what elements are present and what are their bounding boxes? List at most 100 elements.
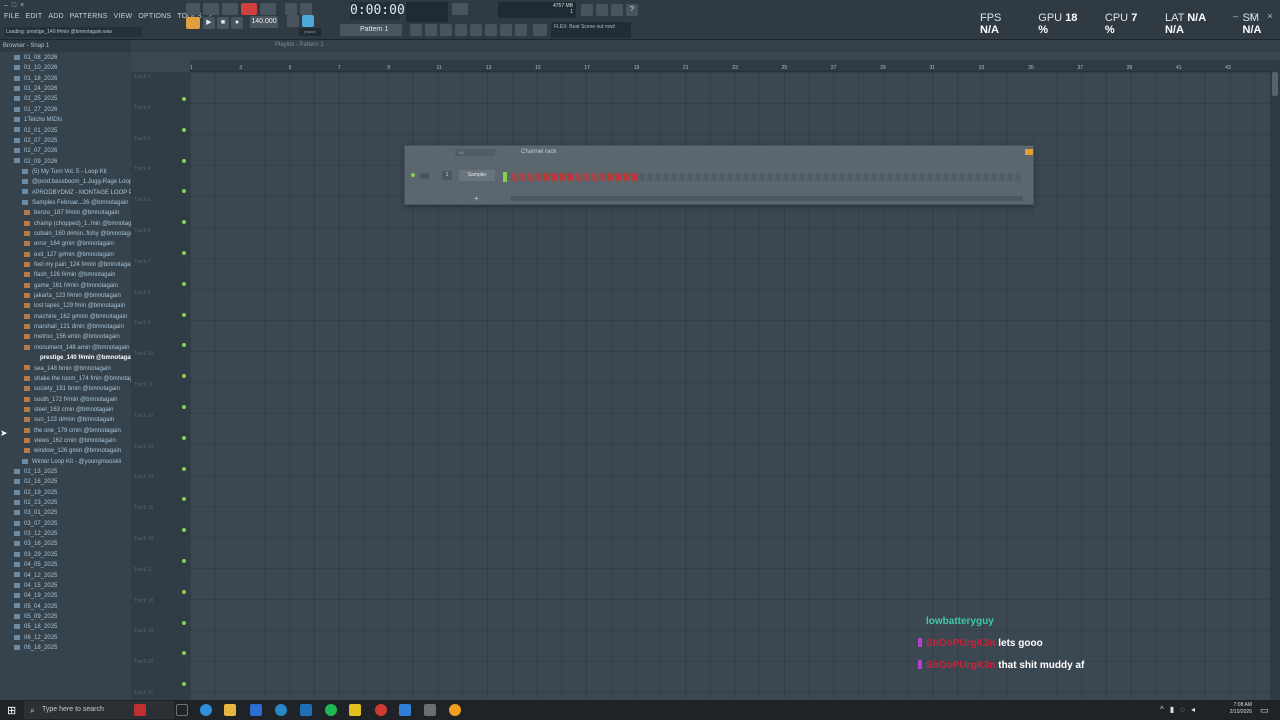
step-button[interactable] <box>599 173 605 181</box>
browser-file[interactable]: jakarta_123 f#min @bmnotagain <box>24 291 121 302</box>
track-label[interactable]: Track 11 <box>134 382 153 388</box>
browser-folder[interactable]: #PRODBYDMZ - MONTAGE LOOP PACK <box>22 188 131 199</box>
news-widget-icon[interactable] <box>134 704 146 716</box>
step-button[interactable] <box>839 173 845 181</box>
browser-folder[interactable]: (5) My Turn Vol. 5 - Loop Kit <box>22 167 107 178</box>
step-button[interactable] <box>1007 173 1013 181</box>
touch-keyboard-icon[interactable] <box>500 24 512 36</box>
browser-folder[interactable]: 05_04_2025 <box>14 602 57 613</box>
close-icon[interactable]: × <box>20 2 24 9</box>
countdown-button[interactable] <box>222 3 238 15</box>
record-mode-button[interactable] <box>186 17 200 29</box>
browser-folder[interactable]: 05_09_2025 <box>14 612 57 623</box>
step-button[interactable] <box>647 173 653 181</box>
battery-icon[interactable]: ▮ <box>1170 705 1174 714</box>
snap-icon[interactable] <box>302 15 314 27</box>
track-label[interactable]: Track 4 <box>134 166 150 172</box>
browser-icon[interactable] <box>470 24 482 36</box>
playlist-icon[interactable] <box>410 24 422 36</box>
browser-folder[interactable]: 02_19_2025 <box>14 488 57 499</box>
track-mute-led[interactable] <box>182 97 186 101</box>
step-button[interactable] <box>663 173 669 181</box>
track-label[interactable]: Track 19 <box>134 628 153 634</box>
step-button[interactable] <box>655 173 661 181</box>
track-mute-led[interactable] <box>182 251 186 255</box>
track-label[interactable]: Track 20 <box>134 659 153 665</box>
step-button[interactable] <box>1015 173 1021 181</box>
pattern-selector[interactable]: Pattern 1 <box>340 24 402 36</box>
step-button[interactable] <box>631 173 637 181</box>
step-button[interactable] <box>807 173 813 181</box>
track-label[interactable]: Track 5 <box>134 197 150 203</box>
step-button[interactable] <box>959 173 965 181</box>
track-label[interactable]: Track 15 <box>134 505 153 511</box>
track-mute-led[interactable] <box>182 589 186 594</box>
track-mute-led[interactable] <box>182 651 186 656</box>
step-button[interactable] <box>791 173 797 181</box>
track-mute-led[interactable] <box>182 158 186 163</box>
step-button[interactable] <box>551 173 557 181</box>
track-mute-led[interactable] <box>182 189 186 194</box>
step-button[interactable] <box>535 173 541 181</box>
step-button[interactable] <box>799 173 805 181</box>
fl-studio-icon[interactable] <box>449 704 461 716</box>
step-button[interactable] <box>559 173 565 181</box>
photoshop-icon[interactable] <box>300 704 312 716</box>
step-button[interactable] <box>823 173 829 181</box>
plugin-database-icon[interactable] <box>515 24 527 36</box>
step-button[interactable] <box>711 173 717 181</box>
help-icon[interactable]: ? <box>626 4 638 16</box>
step-button[interactable] <box>679 173 685 181</box>
menu-add[interactable]: ADD <box>48 13 63 20</box>
track-mute-led[interactable] <box>182 497 186 502</box>
track-mute-led[interactable] <box>182 343 186 348</box>
step-button[interactable] <box>767 173 773 181</box>
step-button[interactable] <box>879 173 885 181</box>
loop-record-button[interactable] <box>241 3 257 15</box>
playlist-scrollbar[interactable] <box>1270 60 1280 700</box>
step-button[interactable] <box>831 173 837 181</box>
track-mute-led[interactable] <box>182 528 186 533</box>
step-button[interactable] <box>527 173 533 181</box>
playlist-scroll-thumb[interactable] <box>1272 72 1278 96</box>
track-label[interactable]: Track 1 <box>134 74 150 80</box>
step-button[interactable] <box>895 173 901 181</box>
play-button[interactable]: ▶ <box>203 17 215 29</box>
step-button[interactable] <box>935 173 941 181</box>
app-minimize-icon[interactable]: – <box>1233 11 1238 21</box>
step-button[interactable] <box>943 173 949 181</box>
refresh-icon[interactable] <box>581 4 593 16</box>
track-mute-led[interactable] <box>182 435 186 440</box>
browser-file[interactable]: prestige_140 f#min @bmnotagain <box>30 353 131 364</box>
app-close-icon[interactable]: × <box>1267 11 1272 21</box>
step-button[interactable] <box>991 173 997 181</box>
step-button[interactable] <box>983 173 989 181</box>
task-view-icon[interactable] <box>176 704 188 716</box>
menu-file[interactable]: FILE <box>4 13 20 20</box>
browser-folder[interactable]: 02_16_2025 <box>14 477 57 488</box>
taskbar-clock[interactable]: 7:08 AM 2/10/2026 <box>1222 702 1252 716</box>
browser-file[interactable]: steel_163 cmin @bmnotagain <box>24 405 113 416</box>
vscode-icon[interactable] <box>399 704 411 716</box>
metronome-button[interactable] <box>203 3 219 15</box>
browser-folder[interactable]: 01_25_2025 <box>14 94 57 105</box>
track-label[interactable]: Track 16 <box>134 536 153 542</box>
step-button[interactable] <box>735 173 741 181</box>
file-explorer-icon[interactable] <box>224 704 236 716</box>
browser-file[interactable]: shake the room_174 fmin @bmnotagain <box>24 374 131 385</box>
track-mute-led[interactable] <box>182 405 186 409</box>
step-button[interactable] <box>887 173 893 181</box>
track-mute-led[interactable] <box>182 312 186 317</box>
step-button[interactable] <box>727 173 733 181</box>
pencil-icon[interactable] <box>287 15 299 27</box>
maximize-icon[interactable]: □ <box>12 2 16 9</box>
browser-file[interactable]: flash_126 f#min @bmnotagain <box>24 270 115 281</box>
plugin-picker-icon[interactable] <box>485 24 497 36</box>
step-button[interactable] <box>743 173 749 181</box>
track-label[interactable]: Track 10 <box>134 351 153 357</box>
track-label[interactable]: Track 17 <box>134 567 153 573</box>
track-label[interactable]: Track 21 <box>134 690 153 696</box>
step-button[interactable] <box>671 173 677 181</box>
channel-rack-icon[interactable] <box>425 24 437 36</box>
step-button[interactable] <box>543 173 549 181</box>
